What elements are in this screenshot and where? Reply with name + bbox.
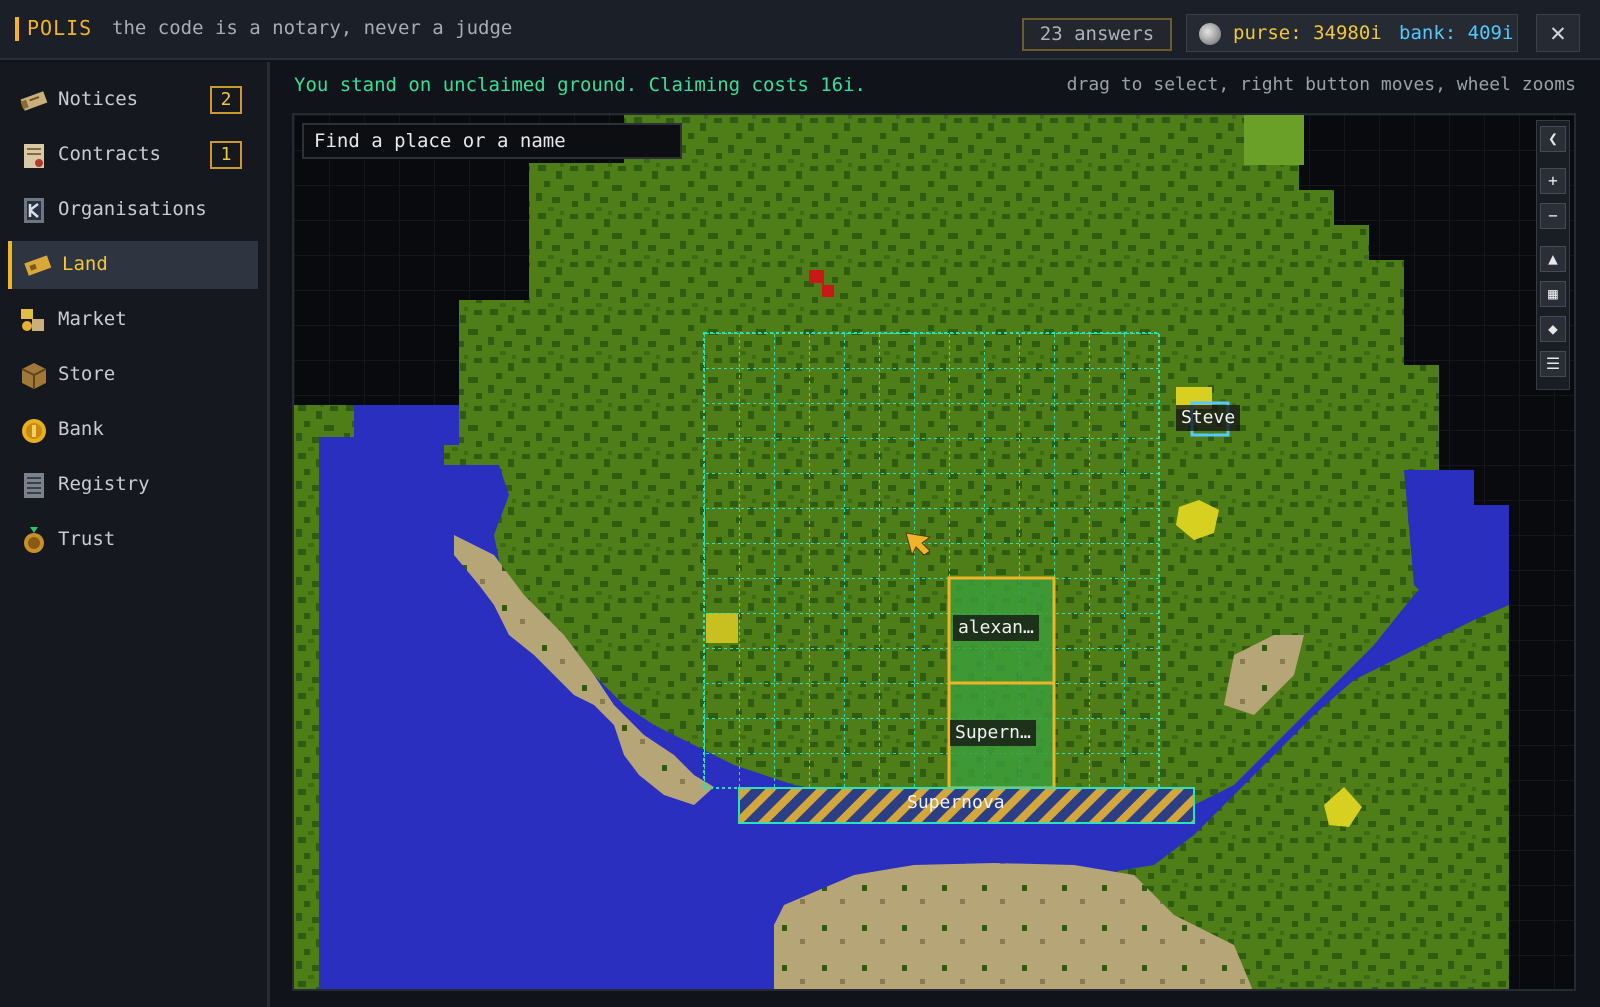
sidebar-item-registry[interactable]: Registry [8,461,258,509]
map-label-steve[interactable]: Steve [1176,405,1241,431]
app-motto: the code is a notary, never a judge [112,17,513,39]
contracts-count-badge: 1 [210,141,242,169]
sidebar-item-label: Registry [58,473,150,495]
sidebar-item-notices[interactable]: Notices 2 [8,76,258,124]
map-canvas[interactable] [294,115,1576,991]
app-title: POLIS [27,16,93,40]
map-label-supern[interactable]: Supern… [950,720,1036,746]
sidebar-item-trust[interactable]: Trust [8,516,258,564]
sidebar-item-label: Organisations [58,198,207,220]
answers-button[interactable]: 23 answers [1022,18,1172,51]
sidebar-item-label: Store [58,363,116,385]
brand-accent-bar [15,17,19,41]
map-controls-hint: drag to select, right button moves, whee… [1066,74,1576,95]
scroll-icon [20,91,48,111]
close-button[interactable]: ✕ [1536,14,1580,52]
north-up-button[interactable]: ▲ [1540,246,1566,272]
place-search-input[interactable] [302,123,682,159]
coin-icon [1199,23,1221,45]
map-toolbar: ❮ + − ▲ ▦ ◆ ☰ [1536,120,1570,390]
land-deed-icon [24,255,52,276]
map-label-alexan[interactable]: alexan… [953,615,1039,641]
banner-icon [24,198,44,223]
sidebar-item-label: Bank [58,418,104,440]
gold-coin-icon [22,419,46,443]
zoom-in-button[interactable]: + [1540,168,1566,194]
sidebar-item-label: Contracts [58,143,161,165]
sidebar-item-bank[interactable]: Bank [8,406,258,454]
sidebar-item-label: Land [62,253,108,275]
sidebar-item-label: Notices [58,88,139,110]
grid-toggle-button[interactable]: ▦ [1540,281,1566,307]
contract-icon [24,144,44,168]
sidebar-item-label: Market [58,308,127,330]
map-label-supernova[interactable]: Supernova [902,790,1010,816]
claim-status-text: You stand on unclaimed ground. Claiming … [294,74,866,96]
sidebar-item-store[interactable]: Store [8,351,258,399]
wallet-display: purse: 34980i bank: 409i [1186,14,1518,52]
sidebar: Notices 2 Contracts 1 Organisations Land [0,62,270,1007]
land-map[interactable] [292,113,1576,991]
sidebar-item-market[interactable]: Market [8,296,258,344]
purse-balance: purse: 34980i [1233,22,1382,44]
meadow-patch [1244,115,1304,165]
collapse-panel-button[interactable]: ❮ [1540,126,1566,152]
bank-balance: bank: 409i [1399,22,1514,44]
waypoint-button[interactable]: ◆ [1540,316,1566,342]
top-bar: POLIS the code is a notary, never a judg… [0,0,1600,60]
notices-count-badge: 2 [210,86,242,114]
market-icon [21,309,44,331]
selection-grid[interactable] [704,333,1159,788]
list-view-button[interactable]: ☰ [1540,351,1566,377]
sidebar-item-land[interactable]: Land [8,241,258,289]
sidebar-item-label: Trust [58,528,116,550]
sidebar-item-contracts[interactable]: Contracts 1 [8,131,258,179]
crate-icon [21,363,47,389]
sidebar-item-organisations[interactable]: Organisations [8,186,258,234]
zoom-out-button[interactable]: − [1540,203,1566,229]
ledger-icon [24,473,44,498]
handshake-icon [24,527,44,553]
